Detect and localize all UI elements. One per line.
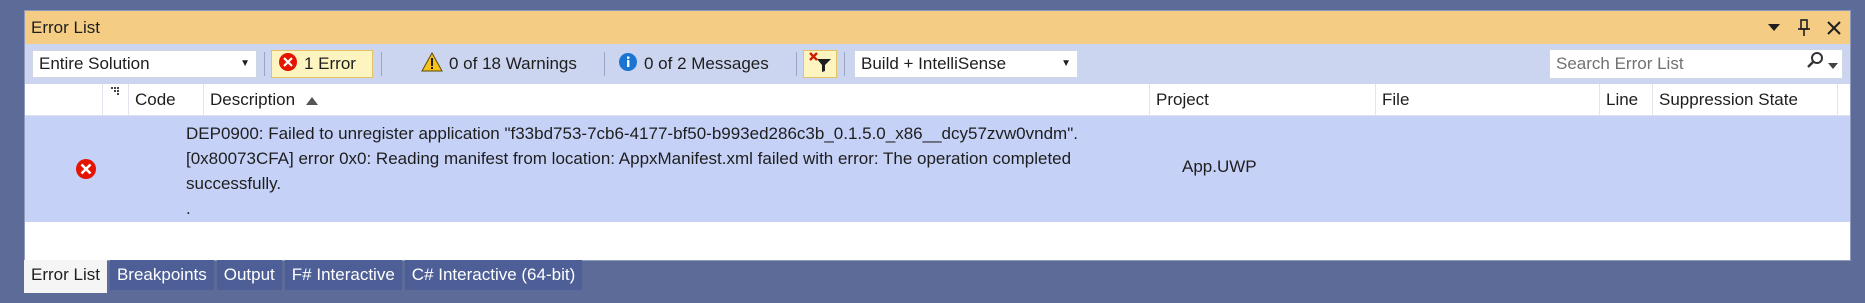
error-description: DEP0900: Failed to unregister applicatio… xyxy=(186,121,1151,221)
toolbar-separator xyxy=(604,52,605,76)
panel-title-bar: Error List xyxy=(25,11,1850,44)
errors-filter-label: 1 Error xyxy=(304,54,356,73)
title-controls xyxy=(1764,11,1844,44)
code-column-header[interactable]: Code xyxy=(129,84,204,115)
tab-csharp-interactive[interactable]: C# Interactive (64-bit) xyxy=(404,260,583,290)
column-header-row: Code Description Project File Line Suppr… xyxy=(25,84,1850,116)
code-column-label: Code xyxy=(135,90,176,109)
chevron-down-icon: ▼ xyxy=(240,58,250,69)
close-icon[interactable] xyxy=(1824,18,1844,38)
error-list-panel: Error List Entire Solution ▼ 1 Error 0 o… xyxy=(24,10,1851,261)
warnings-filter-label: 0 of 18 Warnings xyxy=(449,54,577,73)
description-line: [0x80073CFA] error 0x0: Reading manifest… xyxy=(186,149,1072,168)
description-line: successfully. xyxy=(186,174,282,193)
tab-error-list[interactable]: Error List xyxy=(24,260,107,293)
toolbar-separator xyxy=(796,52,797,76)
tab-fsharp-interactive[interactable]: F# Interactive xyxy=(284,260,402,290)
clear-filter-icon xyxy=(808,51,832,78)
tab-output[interactable]: Output xyxy=(216,260,282,290)
bottom-tool-tabs: Error List Breakpoints Output F# Interac… xyxy=(24,260,583,294)
scope-dropdown[interactable]: Entire Solution ▼ xyxy=(32,50,257,78)
description-column-label: Description xyxy=(210,90,296,109)
window-position-dropdown-icon[interactable] xyxy=(1764,18,1784,38)
suppression-column-label: Suppression State xyxy=(1659,90,1798,109)
scope-value: Entire Solution xyxy=(39,54,150,73)
file-column-header[interactable]: File xyxy=(1376,84,1600,115)
error-icon xyxy=(75,158,97,180)
error-project: App.UWP xyxy=(1182,157,1257,176)
sort-ascending-icon xyxy=(305,90,318,109)
info-icon xyxy=(618,52,638,77)
error-icon xyxy=(278,52,298,77)
line-column-label: Line xyxy=(1606,90,1639,109)
error-list-toolbar: Entire Solution ▼ 1 Error 0 of 18 Warnin… xyxy=(25,44,1850,84)
severity-column-header[interactable] xyxy=(25,84,103,115)
errors-filter-button[interactable]: 1 Error xyxy=(271,50,373,78)
toolbar-separator xyxy=(844,52,845,76)
description-line: . xyxy=(186,199,191,218)
search-icon[interactable] xyxy=(1806,50,1824,78)
file-column-label: File xyxy=(1382,90,1410,109)
filter-toggle-button[interactable] xyxy=(803,50,837,78)
search-options-dropdown-icon[interactable] xyxy=(1828,50,1838,78)
search-placeholder: Search Error List xyxy=(1556,54,1684,73)
warnings-filter-button[interactable]: 0 of 18 Warnings xyxy=(415,50,583,78)
line-column-header[interactable]: Line xyxy=(1600,84,1653,115)
table-row[interactable]: DEP0900: Failed to unregister applicatio… xyxy=(25,116,1850,222)
column-options-icon[interactable] xyxy=(103,84,129,115)
project-column-label: Project xyxy=(1156,90,1209,109)
warning-icon xyxy=(421,51,443,77)
toolbar-separator xyxy=(381,52,382,76)
pin-icon[interactable] xyxy=(1794,18,1814,38)
tab-breakpoints[interactable]: Breakpoints xyxy=(109,260,214,290)
messages-filter-button[interactable]: 0 of 2 Messages xyxy=(612,50,775,78)
project-column-header[interactable]: Project xyxy=(1150,84,1376,115)
description-line: DEP0900: Failed to unregister applicatio… xyxy=(186,124,1078,143)
messages-filter-label: 0 of 2 Messages xyxy=(644,54,769,73)
build-filter-value: Build + IntelliSense xyxy=(861,54,1007,73)
build-filter-dropdown[interactable]: Build + IntelliSense ▼ xyxy=(854,50,1078,78)
search-controls xyxy=(1806,50,1838,78)
panel-title: Error List xyxy=(31,18,100,37)
suppression-column-header[interactable]: Suppression State xyxy=(1653,84,1838,115)
description-column-header[interactable]: Description xyxy=(204,84,1150,115)
toolbar-separator xyxy=(264,52,265,76)
search-input[interactable]: Search Error List xyxy=(1549,49,1843,79)
chevron-down-icon: ▼ xyxy=(1061,58,1071,69)
